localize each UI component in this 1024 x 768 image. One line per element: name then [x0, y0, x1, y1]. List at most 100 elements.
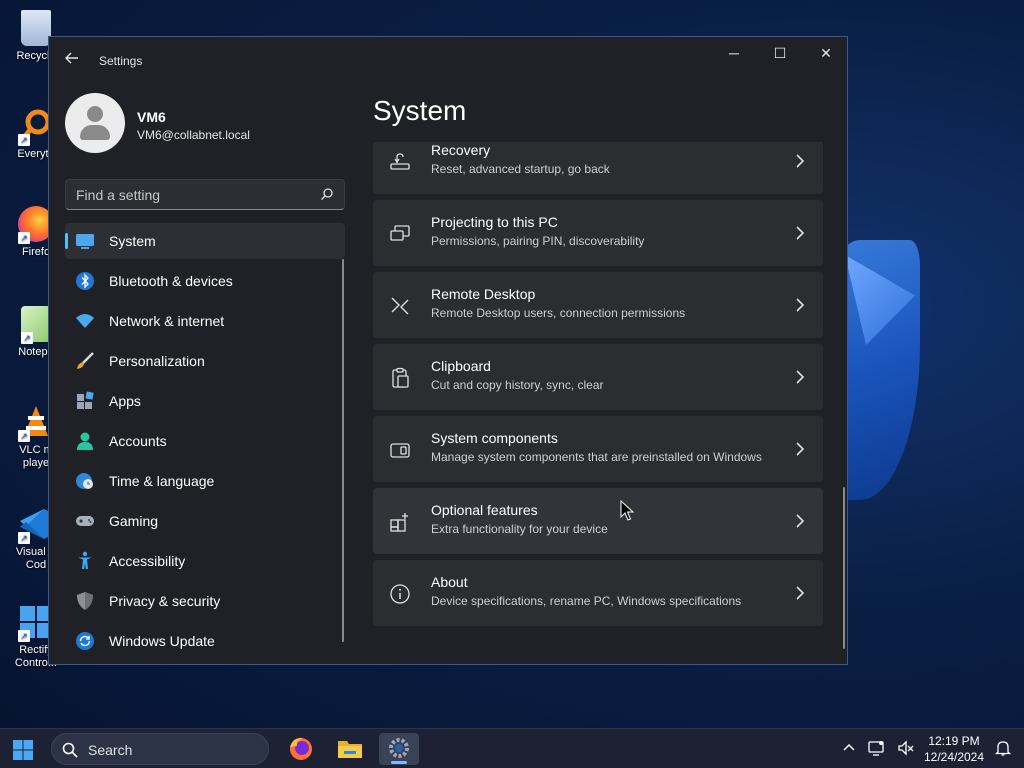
- clipboard-icon: [392, 367, 409, 388]
- recovery-icon: [390, 153, 410, 170]
- person-icon: [77, 432, 93, 450]
- optional-features-icon: [390, 513, 408, 532]
- sidebar-item-time-language[interactable]: Time & language: [65, 463, 345, 499]
- settings-window: Settings ─ ☐ ✕ VM6 VM6@collabnet.local S…: [48, 36, 848, 665]
- sidebar-item-label: Privacy & security: [109, 593, 221, 609]
- chevron-up-icon[interactable]: [840, 739, 858, 757]
- gamepad-icon: [76, 516, 94, 526]
- user-name: VM6: [137, 109, 166, 125]
- maximize-button[interactable]: ☐: [757, 37, 803, 69]
- clock-time: 12:19 PM: [928, 734, 980, 748]
- user-email: VM6@collabnet.local: [137, 128, 250, 142]
- search-icon: [62, 742, 78, 758]
- card-clipboard[interactable]: Clipboard Cut and copy history, sync, cl…: [373, 344, 823, 410]
- sidebar-item-label: Network & internet: [109, 313, 225, 329]
- card-title: About: [431, 574, 468, 590]
- card-subtitle: Manage system components that are preins…: [431, 450, 762, 464]
- search-icon[interactable]: [320, 187, 334, 201]
- card-subtitle: Cut and copy history, sync, clear: [431, 378, 604, 392]
- card-system-components[interactable]: System components Manage system componen…: [373, 416, 823, 482]
- settings-list: Recovery Reset, advanced startup, go bac…: [373, 142, 825, 662]
- user-profile[interactable]: VM6 VM6@collabnet.local: [65, 93, 365, 155]
- globe-clock-icon: [76, 473, 93, 489]
- card-about[interactable]: About Device specifications, rename PC, …: [373, 560, 823, 626]
- sidebar-item-label: Bluetooth & devices: [109, 273, 233, 289]
- sidebar-item-label: Accessibility: [109, 553, 186, 569]
- desktop-icon-label: Firefo: [21, 246, 51, 258]
- sidebar-item-personalization[interactable]: Personalization: [65, 343, 345, 379]
- close-button[interactable]: ✕: [803, 37, 847, 69]
- apps-icon: [77, 391, 94, 409]
- sidebar-item-label: System: [109, 233, 156, 249]
- shield-icon: [77, 592, 93, 610]
- sidebar-item-label: Personalization: [109, 353, 205, 369]
- sidebar-scrollbar[interactable]: [342, 259, 344, 642]
- minimize-button[interactable]: ─: [711, 37, 757, 69]
- brush-icon: [77, 352, 94, 369]
- sidebar-item-label: Time & language: [109, 473, 215, 489]
- card-projecting[interactable]: Projecting to this PC Permissions, pairi…: [373, 200, 823, 266]
- app-title: Settings: [99, 54, 143, 68]
- back-button[interactable]: [61, 51, 83, 71]
- volume-muted-icon[interactable]: [897, 739, 915, 757]
- taskbar-search-label: Search: [88, 742, 133, 758]
- card-subtitle: Remote Desktop users, connection permiss…: [431, 306, 686, 320]
- taskbar-app-firefox[interactable]: [281, 733, 321, 765]
- card-subtitle: Device specifications, rename PC, Window…: [431, 594, 742, 608]
- wifi-icon: [76, 314, 94, 328]
- firefox-icon: [290, 737, 312, 760]
- taskbar-app-file-explorer[interactable]: [330, 733, 370, 765]
- sidebar-item-label: Windows Update: [109, 633, 215, 649]
- chevron-right-icon: [796, 226, 805, 240]
- card-subtitle: Permissions, pairing PIN, discoverabilit…: [431, 234, 645, 248]
- search-input[interactable]: [66, 180, 306, 209]
- sidebar-item-privacy-security[interactable]: Privacy & security: [65, 583, 345, 619]
- sidebar-nav: System Bluetooth & devices Network & int…: [65, 223, 345, 663]
- sidebar-item-accounts[interactable]: Accounts: [65, 423, 345, 459]
- card-remote-desktop[interactable]: Remote Desktop Remote Desktop users, con…: [373, 272, 823, 338]
- monitor-icon: [76, 234, 94, 249]
- avatar-body: [80, 125, 110, 140]
- title-bar[interactable]: Settings ─ ☐ ✕: [49, 37, 847, 85]
- update-icon: [76, 632, 94, 650]
- taskbar-app-settings[interactable]: [379, 733, 419, 765]
- sidebar-item-network-internet[interactable]: Network & internet: [65, 303, 345, 339]
- card-optional-features[interactable]: Optional features Extra functionality fo…: [373, 488, 823, 554]
- card-title: Remote Desktop: [431, 286, 536, 302]
- taskbar: Search 12:19 PM 12/24/2024: [0, 728, 1024, 768]
- avatar[interactable]: [65, 93, 125, 153]
- find-setting-search[interactable]: [65, 179, 345, 210]
- card-title: Optional features: [431, 502, 538, 518]
- page-title: System: [373, 95, 467, 126]
- sidebar-item-label: Apps: [109, 393, 141, 409]
- notification-bell-icon[interactable]: [994, 739, 1012, 757]
- sidebar-item-label: Accounts: [109, 433, 167, 449]
- sidebar-item-apps[interactable]: Apps: [65, 383, 345, 419]
- info-icon: [390, 584, 410, 604]
- card-title: Recovery: [431, 142, 491, 158]
- arrow-left-icon: [65, 52, 78, 64]
- clock-date: 12/24/2024: [923, 750, 985, 764]
- sidebar-item-windows-update[interactable]: Windows Update: [65, 623, 345, 659]
- taskbar-search[interactable]: Search: [51, 733, 269, 765]
- card-subtitle: Reset, advanced startup, go back: [431, 162, 610, 176]
- windows-start-icon[interactable]: [12, 739, 34, 761]
- sidebar-item-accessibility[interactable]: Accessibility: [65, 543, 345, 579]
- accessibility-icon: [78, 551, 92, 569]
- avatar-head: [87, 106, 103, 122]
- card-recovery[interactable]: Recovery Reset, advanced startup, go bac…: [373, 142, 823, 194]
- sidebar-item-system[interactable]: System: [65, 223, 345, 259]
- sidebar-item-bluetooth-devices[interactable]: Bluetooth & devices: [65, 263, 345, 299]
- recycle-bin-icon: [21, 10, 51, 46]
- components-icon: [390, 443, 410, 458]
- chevron-right-icon: [796, 586, 805, 600]
- system-clock[interactable]: 12:19 PM 12/24/2024: [920, 733, 988, 765]
- content-scrollbar[interactable]: [843, 487, 845, 649]
- display-icon[interactable]: [867, 739, 885, 757]
- chevron-right-icon: [796, 154, 805, 168]
- card-title: System components: [431, 430, 558, 446]
- notepad-plus-plus-icon: ↗: [21, 306, 51, 344]
- sidebar-item-gaming[interactable]: Gaming: [65, 503, 345, 539]
- chevron-right-icon: [796, 514, 805, 528]
- sidebar-item-label: Gaming: [109, 513, 159, 529]
